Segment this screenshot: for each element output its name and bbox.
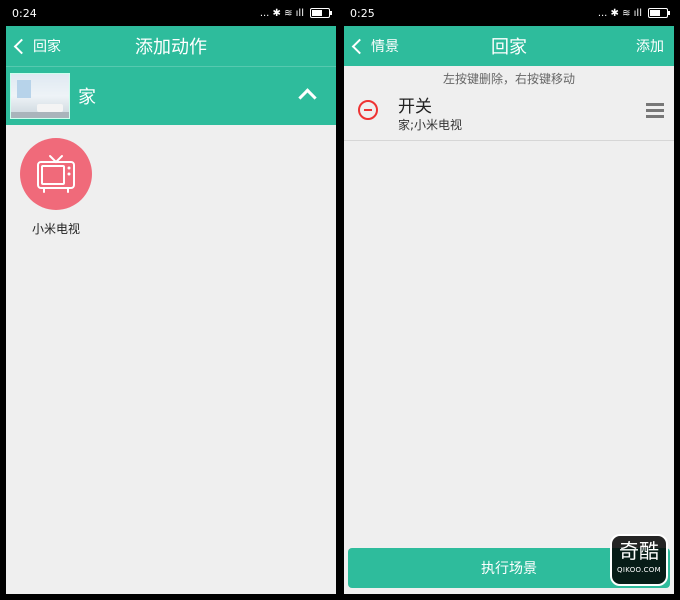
remove-circle-icon[interactable]	[358, 100, 378, 120]
right-screen: 0:25 ... ✱ ≋ ıll 情景 回家 添加 左按键删除，右按键移动 开关…	[344, 0, 674, 594]
status-icons: ... ✱ ≋ ıll	[259, 7, 332, 19]
back-button[interactable]: 情景	[350, 26, 399, 66]
action-subtitle: 家;小米电视	[398, 118, 463, 132]
action-title: 开关	[398, 97, 432, 117]
chevron-left-icon	[351, 38, 368, 54]
device-label: 小米电视	[31, 222, 80, 236]
add-button[interactable]: 添加	[636, 26, 664, 66]
back-label: 情景	[371, 39, 399, 55]
status-time: 0:25	[350, 6, 375, 20]
hint-text: 左按键删除，右按键移动	[442, 72, 575, 86]
status-bar: 0:24 ... ✱ ≋ ıll	[6, 0, 336, 26]
app-bar: 情景 回家 添加	[344, 26, 674, 66]
watermark-logo: 奇酷 QIKOO.COM	[610, 534, 668, 586]
watermark-domain: QIKOO.COM	[617, 566, 661, 574]
action-row: 开关 家;小米电视	[344, 88, 674, 141]
battery-icon	[648, 8, 670, 18]
collapse-chevron-icon[interactable]	[298, 88, 317, 107]
back-button[interactable]: 回家	[12, 26, 61, 66]
signal-icons: ... ✱ ≋ ıll	[259, 7, 304, 19]
drag-handle-icon[interactable]	[646, 103, 664, 121]
battery-icon	[310, 8, 332, 18]
signal-icons: ... ✱ ≋ ıll	[597, 7, 642, 19]
app-bar: 回家 添加动作	[6, 26, 336, 66]
chevron-left-icon	[13, 38, 30, 54]
tv-icon	[37, 155, 75, 193]
room-name: 家	[78, 87, 96, 108]
room-thumbnail	[10, 73, 70, 119]
device-icon-circle	[20, 138, 92, 210]
status-icons: ... ✱ ≋ ıll	[597, 7, 670, 19]
watermark-text: 奇酷	[619, 539, 659, 563]
back-label: 回家	[33, 39, 61, 55]
status-bar: 0:25 ... ✱ ≋ ıll	[344, 0, 674, 26]
device-xiaomi-tv[interactable]: 小米电视	[20, 138, 92, 237]
left-screen: 0:24 ... ✱ ≋ ıll 回家 添加动作 家 小米电视	[6, 0, 336, 594]
room-header[interactable]: 家	[6, 66, 336, 125]
status-time: 0:24	[12, 6, 37, 20]
